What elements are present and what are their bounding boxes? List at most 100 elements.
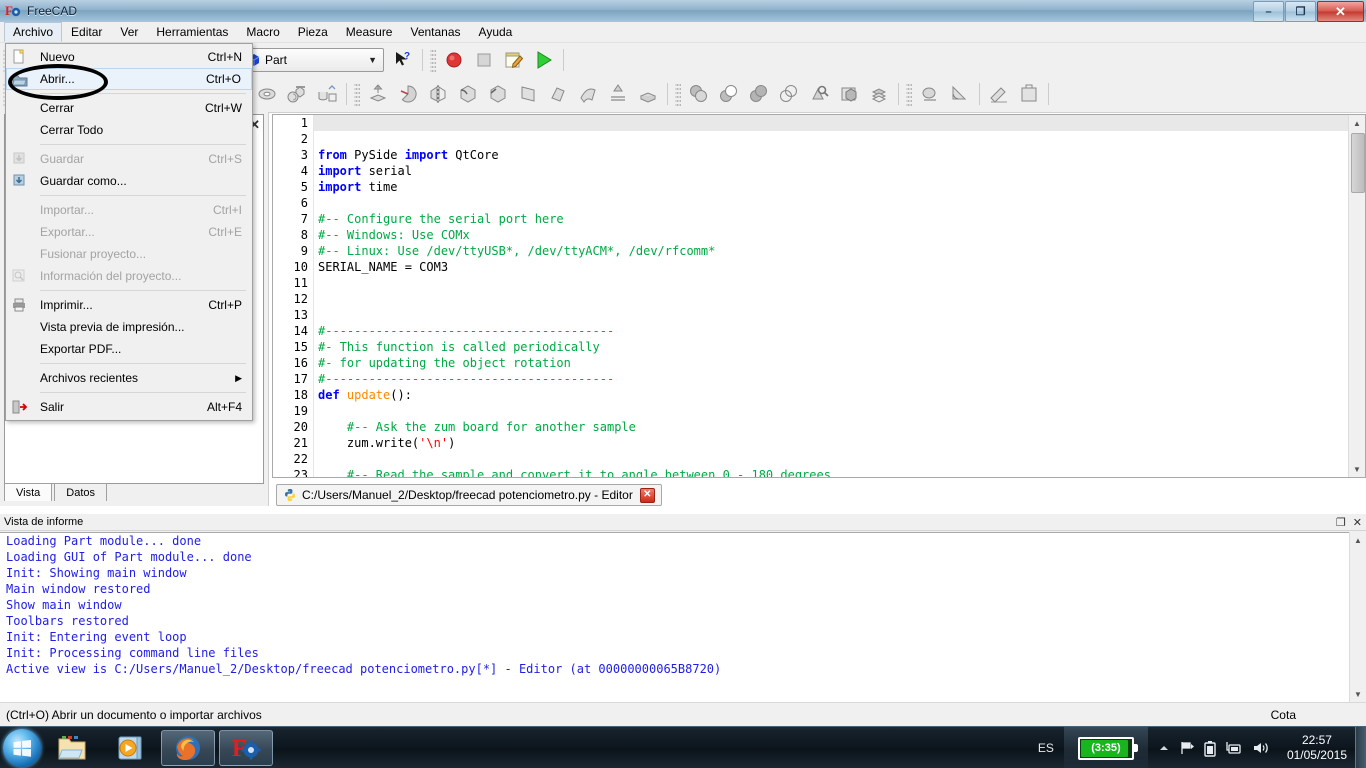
menubar-item-ver[interactable]: Ver	[111, 22, 147, 42]
section-icon[interactable]	[604, 80, 632, 108]
code-line[interactable]	[314, 195, 1349, 211]
taskbar-firefox-icon[interactable]	[161, 730, 215, 766]
menu-item-salir[interactable]: Salir Alt+F4	[6, 396, 252, 418]
volume-icon[interactable]	[1252, 740, 1269, 756]
editor-code-area[interactable]: from PySide import QtCore import serial im…	[314, 115, 1349, 477]
restore-button[interactable]: ❐	[1285, 1, 1316, 22]
code-line[interactable]: SERIAL_NAME = COM3	[314, 259, 1349, 275]
scroll-up-arrow-icon[interactable]: ▲	[1350, 532, 1366, 548]
code-line[interactable]	[314, 115, 1349, 131]
whats-this-icon[interactable]: ?	[389, 46, 417, 74]
code-line[interactable]: def update():	[314, 387, 1349, 403]
boolean-box-icon[interactable]	[835, 80, 863, 108]
input-language-indicator[interactable]: ES	[1038, 741, 1054, 755]
scroll-up-arrow-icon[interactable]: ▲	[1349, 115, 1365, 131]
macro-edit-icon[interactable]	[500, 46, 528, 74]
measure-linear-icon[interactable]	[916, 80, 944, 108]
part-shapebuilder-icon[interactable]	[313, 80, 341, 108]
menubar-item-ventanas[interactable]: Ventanas	[401, 22, 469, 42]
code-line[interactable]	[314, 403, 1349, 419]
code-line[interactable]: #- This function is called periodically	[314, 339, 1349, 355]
scrollbar-thumb[interactable]	[1351, 133, 1365, 193]
code-line[interactable]	[314, 451, 1349, 467]
menu-item-imprimir[interactable]: Imprimir... Ctrl+P	[6, 294, 252, 316]
mirror-icon[interactable]	[424, 80, 452, 108]
check-geometry-icon[interactable]	[805, 80, 833, 108]
menubar-item-pieza[interactable]: Pieza	[289, 22, 337, 42]
macro-toolbar-grip[interactable]	[430, 48, 436, 72]
code-line[interactable]: #-- Linux: Use /dev/ttyUSB*, /dev/ttyACM…	[314, 243, 1349, 259]
scroll-down-arrow-icon[interactable]: ▼	[1350, 686, 1366, 702]
sweep-icon[interactable]	[574, 80, 602, 108]
report-vertical-scrollbar[interactable]: ▲ ▼	[1349, 532, 1366, 702]
menu-item-cerrar[interactable]: Cerrar Ctrl+W	[6, 97, 252, 119]
taskbar-media-player-icon[interactable]	[103, 730, 157, 766]
battery-meter-button[interactable]: (3:35)	[1063, 727, 1148, 768]
macro-stop-icon[interactable]	[470, 46, 498, 74]
code-line[interactable]: #---------------------------------------…	[314, 323, 1349, 339]
chamfer-icon[interactable]	[484, 80, 512, 108]
code-line[interactable]: #- for updating the object rotation	[314, 355, 1349, 371]
macro-execute-icon[interactable]	[530, 46, 558, 74]
workbench-selector[interactable]: Part ▼	[242, 48, 384, 72]
battery-status-icon[interactable]	[1204, 740, 1216, 757]
code-line[interactable]: import serial	[314, 163, 1349, 179]
menubar-item-editar[interactable]: Editar	[62, 22, 111, 42]
dock-tab-datos[interactable]: Datos	[54, 483, 108, 501]
boolean-cut-icon[interactable]	[715, 80, 743, 108]
code-line[interactable]: #-- Ask the zum board for another sample	[314, 419, 1349, 435]
cross-sections-icon[interactable]	[634, 80, 662, 108]
editor-document-tab[interactable]: C:/Users/Manuel_2/Desktop/freecad potenc…	[276, 484, 662, 506]
bool-grip[interactable]	[675, 82, 681, 106]
code-line[interactable]: from PySide import QtCore	[314, 147, 1349, 163]
close-icon[interactable]: ✕	[1353, 515, 1362, 532]
show-desktop-button[interactable]	[1355, 727, 1366, 768]
measure-angular-icon[interactable]	[946, 80, 974, 108]
menu-item-nuevo[interactable]: Nuevo Ctrl+N	[6, 46, 252, 68]
code-line[interactable]: #-- Windows: Use COMx	[314, 227, 1349, 243]
code-line[interactable]: #---------------------------------------…	[314, 371, 1349, 387]
close-button[interactable]: ✕	[1317, 1, 1364, 22]
menu-item-abrir[interactable]: Abrir... Ctrl+O	[6, 68, 252, 90]
compound-icon[interactable]	[865, 80, 893, 108]
measure-clear-icon[interactable]	[1015, 80, 1043, 108]
extrude-icon[interactable]	[364, 80, 392, 108]
menubar-item-archivo[interactable]: Archivo	[4, 22, 63, 42]
menu-item-exportar-pdf[interactable]: Exportar PDF...	[6, 338, 252, 360]
minimize-button[interactable]: –	[1253, 1, 1284, 22]
measure-toggle-all-icon[interactable]	[985, 80, 1013, 108]
part-primitives-icon[interactable]	[283, 80, 311, 108]
code-line[interactable]	[314, 131, 1349, 147]
part-torus-icon[interactable]	[253, 80, 281, 108]
code-line[interactable]	[314, 275, 1349, 291]
menu-item-cerrar-todo[interactable]: Cerrar Todo	[6, 119, 252, 141]
macro-record-icon[interactable]	[440, 46, 468, 74]
python-editor-window[interactable]: 1 2 3 4 5 6 7 8 9 10 11 12 13 14 15 16 17 18 19 20 21 22 23 fr…	[272, 114, 1366, 478]
show-hidden-icons-arrow[interactable]	[1158, 742, 1170, 754]
report-view-body[interactable]: Loading Part module... done Loading GUI o…	[0, 532, 1366, 702]
network-icon[interactable]	[1225, 740, 1243, 756]
code-line[interactable]	[314, 291, 1349, 307]
measure-grip[interactable]	[906, 82, 912, 106]
menu-item-archivos-recientes[interactable]: Archivos recientes ▶	[6, 367, 252, 389]
code-line[interactable]: import time	[314, 179, 1349, 195]
loft-icon[interactable]	[544, 80, 572, 108]
boolean-union-icon[interactable]	[745, 80, 773, 108]
menu-item-guardar-como[interactable]: Guardar como...	[6, 170, 252, 192]
taskbar-file-explorer-icon[interactable]	[45, 730, 99, 766]
code-line[interactable]: #-- Configure the serial port here	[314, 211, 1349, 227]
revolve-icon[interactable]	[394, 80, 422, 108]
code-line[interactable]: #-- Read the sample and convert it to an…	[314, 467, 1349, 477]
dock-tab-vista[interactable]: Vista	[4, 483, 53, 501]
menubar-item-macro[interactable]: Macro	[237, 22, 288, 42]
boolean-icon[interactable]	[685, 80, 713, 108]
fillet-icon[interactable]	[454, 80, 482, 108]
scroll-down-arrow-icon[interactable]: ▼	[1349, 461, 1365, 477]
part-ops-grip[interactable]	[354, 82, 360, 106]
code-line[interactable]	[314, 307, 1349, 323]
taskbar-clock[interactable]: 22:57 01/05/2015	[1279, 733, 1355, 763]
windows-start-orb-icon[interactable]	[3, 729, 41, 767]
menubar-item-measure[interactable]: Measure	[337, 22, 402, 42]
ruled-surface-icon[interactable]	[514, 80, 542, 108]
editor-tab-close-icon[interactable]: ✕	[639, 487, 655, 503]
